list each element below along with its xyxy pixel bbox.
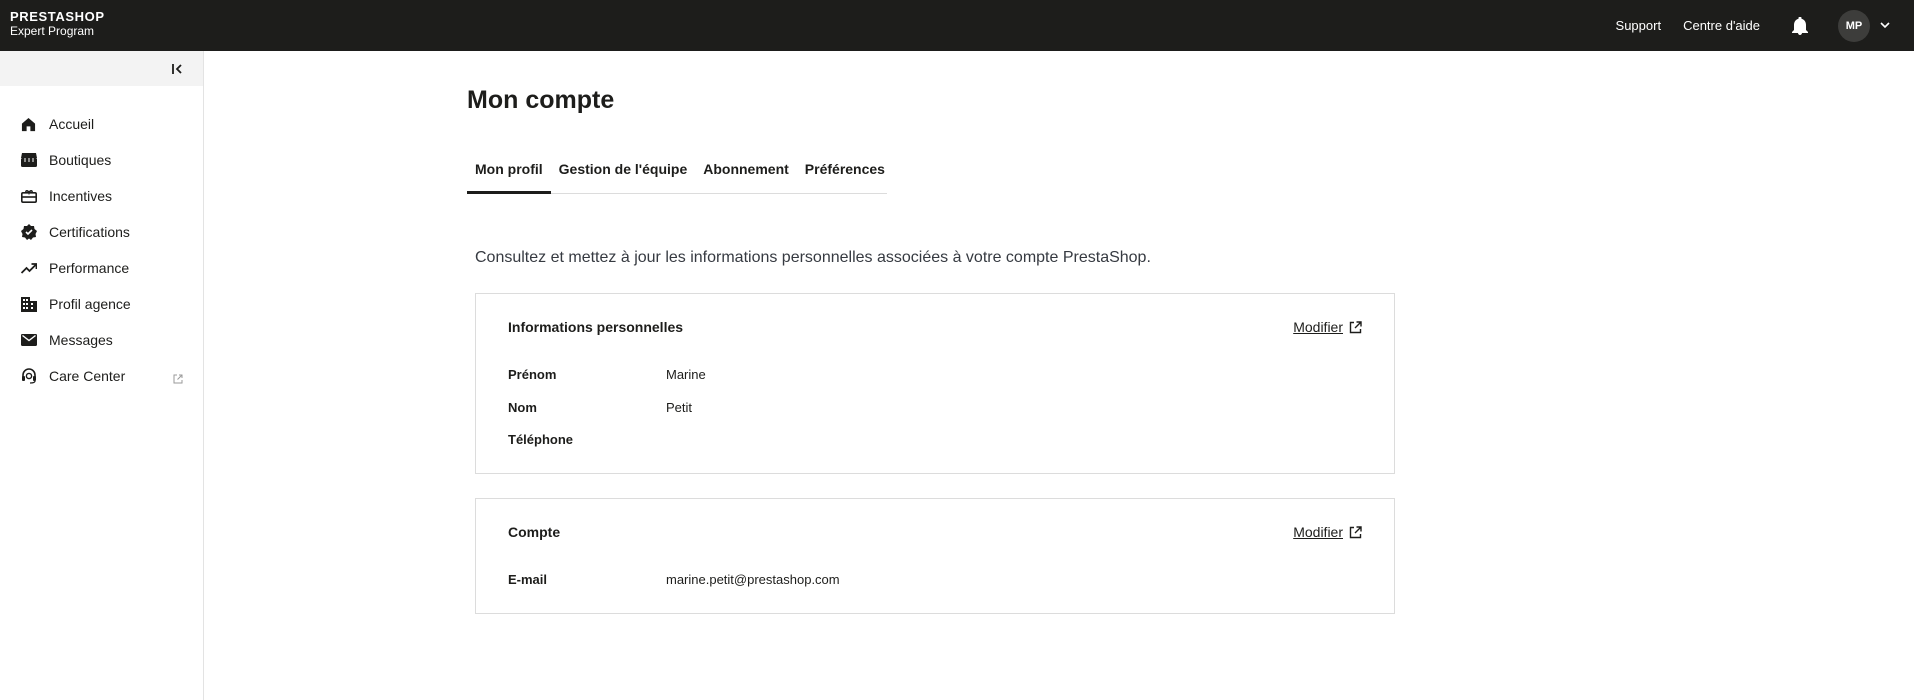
edit-personal-info-link[interactable]: Modifier [1293,319,1362,335]
brand-name: PRESTASHOP [10,9,105,24]
last-name-label: Nom [508,400,537,415]
sidebar-item-incentives[interactable]: Incentives [0,178,203,214]
external-link-icon [1349,320,1362,334]
sidebar-item-messages[interactable]: Messages [0,322,203,358]
sidebar-item-certifications[interactable]: Certifications [0,214,203,250]
last-name-value: Petit [666,400,693,415]
tab-gestion-equipe[interactable]: Gestion de l'équipe [551,155,696,194]
chevron-down-icon[interactable] [1878,19,1892,33]
sidebar: Accueil Boutiques Incentives Certificati… [0,51,204,700]
personal-info-card: Informations personnelles Modifier Préno… [475,293,1395,474]
sidebar-item-accueil[interactable]: Accueil [0,106,203,142]
profile-tabs: Mon profil Gestion de l'équipe Abonnemen… [467,155,887,194]
tab-preferences[interactable]: Préférences [797,155,893,194]
email-label: E-mail [508,572,548,587]
home-icon [20,116,37,133]
account-card: Compte Modifier E-mail marine.petit@pres… [475,498,1395,614]
brand-logo[interactable]: PRESTASHOP Expert Program [10,9,105,39]
sidebar-item-label: Certifications [49,224,130,240]
support-link[interactable]: Support [1616,18,1662,33]
sidebar-item-label: Profil agence [49,296,131,312]
sidebar-item-label: Messages [49,332,113,348]
mail-icon [20,332,37,349]
sidebar-collapse-bar [0,51,203,86]
help-center-link[interactable]: Centre d'aide [1683,18,1760,33]
sidebar-item-profil-agence[interactable]: Profil agence [0,286,203,322]
intro-text: Consultez et mettez à jour les informati… [475,249,1151,266]
verified-badge-icon [20,224,37,241]
sidebar-item-label: Performance [49,260,130,276]
phone-label: Téléphone [508,432,574,447]
sidebar-item-performance[interactable]: Performance [0,250,203,286]
trending-up-icon [20,260,37,277]
edit-label: Modifier [1293,524,1343,540]
bell-icon[interactable] [1790,16,1810,36]
first-name-value: Marine [666,367,706,382]
page-title: Mon compte [467,86,615,114]
edit-label: Modifier [1293,319,1343,335]
gift-icon [20,188,37,205]
email-value: marine.petit@prestashop.com [666,572,840,587]
sidebar-nav: Accueil Boutiques Incentives Certificati… [0,106,203,394]
store-icon [20,152,37,169]
sidebar-item-boutiques[interactable]: Boutiques [0,142,203,178]
sidebar-item-label: Care Center [49,368,126,384]
card-title: Informations personnelles [508,319,684,335]
card-title: Compte [508,524,561,540]
brand-subtitle: Expert Program [10,24,95,38]
avatar[interactable]: MP [1838,9,1870,42]
support-agent-icon [20,368,37,385]
tab-mon-profil[interactable]: Mon profil [467,155,551,194]
sidebar-item-label: Incentives [49,188,113,204]
first-name-label: Prénom [508,367,557,382]
sidebar-item-care-center[interactable]: Care Center [0,358,203,394]
building-icon [20,296,37,313]
tab-abonnement[interactable]: Abonnement [695,155,797,194]
external-link-icon [173,371,183,384]
collapse-sidebar-icon[interactable] [170,61,186,77]
sidebar-item-label: Accueil [49,116,95,132]
sidebar-item-label: Boutiques [49,152,112,168]
top-bar: PRESTASHOP Expert Program Support Centre… [0,0,1914,51]
external-link-icon [1349,525,1362,539]
edit-account-link[interactable]: Modifier [1293,524,1362,540]
